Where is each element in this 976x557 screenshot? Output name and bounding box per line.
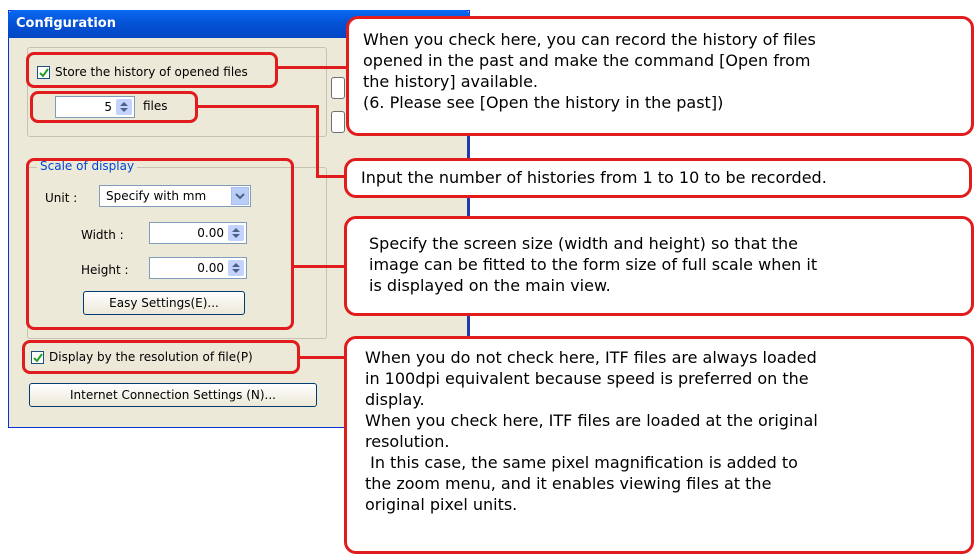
count-callout: Input the number of histories from 1 to … bbox=[344, 158, 972, 198]
connector-line bbox=[316, 175, 346, 178]
hidden-button-stub[interactable] bbox=[331, 77, 345, 99]
connector-line bbox=[277, 66, 349, 69]
history-count-highlight bbox=[30, 91, 198, 123]
resolution-callout: When you do not check here, ITF files ar… bbox=[344, 336, 974, 554]
connector-line bbox=[292, 265, 344, 268]
hidden-button-stub[interactable] bbox=[331, 111, 345, 133]
history-checkbox-highlight bbox=[26, 52, 278, 88]
display-resolution-highlight bbox=[22, 340, 300, 374]
connector-line bbox=[298, 356, 346, 359]
history-callout: When you check here, you can record the … bbox=[346, 16, 974, 136]
internet-connection-settings-button[interactable]: Internet Connection Settings (N)... bbox=[29, 383, 317, 407]
connector-line bbox=[196, 105, 318, 108]
connector-line bbox=[316, 105, 319, 178]
scale-group-highlight bbox=[26, 158, 294, 330]
scale-callout: Specify the screen size (width and heigh… bbox=[344, 216, 974, 316]
